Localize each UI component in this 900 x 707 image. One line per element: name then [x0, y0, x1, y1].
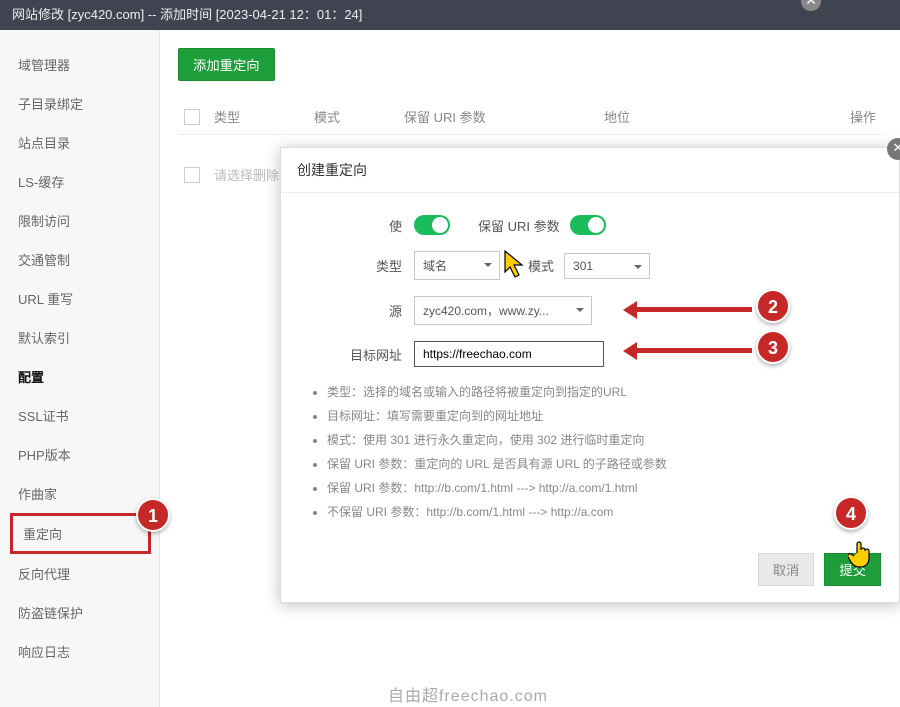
source-select[interactable]: zyc420.com，www.zy... [414, 296, 592, 325]
create-redirect-dialog: ✕ 创建重定向 使 保留 URI 参数 类型 域名 模式 301 源 zyc42… [280, 147, 900, 603]
cancel-button[interactable]: 取消 [758, 553, 815, 586]
sidebar-item-ssl[interactable]: SSL证书 [0, 396, 159, 435]
type-select[interactable]: 域名 [414, 251, 500, 280]
sidebar-item-traffic[interactable]: 交通管制 [0, 240, 159, 279]
target-url-input[interactable] [414, 341, 604, 367]
row-checkbox[interactable] [184, 167, 200, 183]
sidebar-item-url-rewrite[interactable]: URL 重写 [0, 279, 159, 318]
window-titlebar: 网站修改 [zyc420.com] -- 添加时间 [2023-04-21 12… [0, 0, 900, 30]
sidebar-item-reverse-proxy[interactable]: 反向代理 [0, 554, 159, 593]
sidebar-item-site-dir[interactable]: 站点目录 [0, 123, 159, 162]
watermark-text: 自由超freechao.com [388, 682, 548, 706]
annotation-arrow [628, 348, 752, 353]
window-title: 网站修改 [zyc420.com] -- 添加时间 [2023-04-21 12… [12, 7, 362, 22]
sidebar-item-subdir-bind[interactable]: 子目录绑定 [0, 84, 159, 123]
mode-select[interactable]: 301 [564, 253, 650, 279]
col-type: 类型 [214, 107, 314, 126]
sidebar-item-hotlink[interactable]: 防盗链保护 [0, 593, 159, 632]
add-redirect-button[interactable]: 添加重定向 [178, 48, 275, 81]
sidebar-item-config[interactable]: 配置 [0, 357, 159, 396]
label-mode: 模式 [528, 256, 554, 275]
label-type: 类型 [309, 256, 414, 275]
table-header: 类型 模式 保留 URI 参数 地位 操作 [178, 99, 882, 135]
tip-item: 保留 URI 参数：重定向的 URL 是否具有源 URL 的子路径或参数 [327, 455, 871, 472]
sidebar-item-limit-access[interactable]: 限制访问 [0, 201, 159, 240]
tip-item: 不保留 URI 参数：http://b.com/1.html ---> http… [327, 503, 871, 520]
annotation-badge-3: 3 [756, 330, 790, 364]
sidebar-item-ls-cache[interactable]: LS-缓存 [0, 162, 159, 201]
tip-item: 保留 URI 参数：http://b.com/1.html ---> http:… [327, 479, 871, 496]
col-position: 地位 [604, 107, 826, 126]
enable-toggle[interactable] [414, 215, 450, 235]
tip-item: 模式：使用 301 进行永久重定向，使用 302 进行临时重定向 [327, 431, 871, 448]
label-enable: 使 [309, 216, 414, 235]
tips-list: 类型：选择的域名或输入的路径将被重定向到指定的URL 目标网址：填写需要重定向到… [327, 383, 871, 520]
sidebar-item-default-index[interactable]: 默认索引 [0, 318, 159, 357]
keep-uri-toggle[interactable] [570, 215, 606, 235]
annotation-arrow [628, 307, 752, 312]
col-keep-uri: 保留 URI 参数 [404, 107, 604, 126]
tip-item: 类型：选择的域名或输入的路径将被重定向到指定的URL [327, 383, 871, 400]
annotation-badge-2: 2 [756, 289, 790, 323]
sidebar-item-php[interactable]: PHP版本 [0, 435, 159, 474]
sidebar: 域管理器 子目录绑定 站点目录 LS-缓存 限制访问 交通管制 URL 重写 默… [0, 30, 160, 707]
label-target: 目标网址 [309, 345, 414, 364]
annotation-badge-1: 1 [136, 498, 170, 532]
sidebar-item-redirect[interactable]: 重定向 [10, 513, 151, 554]
sidebar-item-domain-manager[interactable]: 域管理器 [0, 45, 159, 84]
batch-select-text: 请选择删除 [214, 165, 279, 184]
label-source: 源 [309, 301, 414, 320]
sidebar-item-composer[interactable]: 作曲家 [0, 474, 159, 513]
dialog-title: 创建重定向 [281, 148, 899, 193]
sidebar-item-response-log[interactable]: 响应日志 [0, 632, 159, 671]
col-ops: 操作 [826, 107, 876, 126]
select-all-checkbox[interactable] [184, 109, 200, 125]
col-mode: 模式 [314, 107, 404, 126]
tip-item: 目标网址：填写需要重定向到的网址地址 [327, 407, 871, 424]
label-keep-uri: 保留 URI 参数 [478, 216, 560, 235]
annotation-badge-4: 4 [834, 496, 868, 530]
